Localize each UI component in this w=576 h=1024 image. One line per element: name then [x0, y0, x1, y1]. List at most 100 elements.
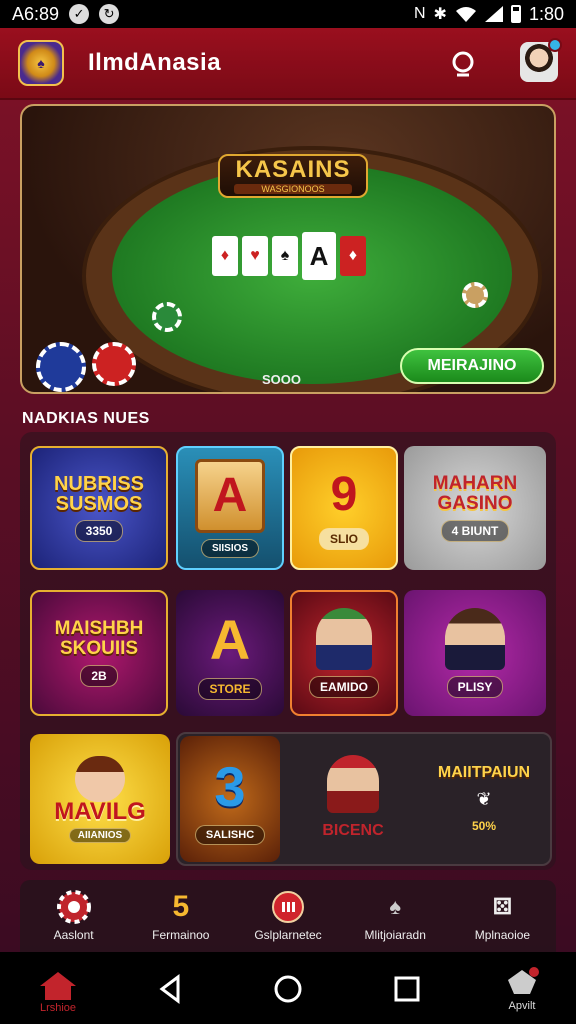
- dealer-portrait-icon: [316, 608, 372, 670]
- nav-label: Mplnaoioe: [474, 928, 531, 942]
- game-tile[interactable]: BICENC: [288, 736, 418, 862]
- pot-amount: SOOO: [262, 372, 302, 387]
- dealer-portrait-icon: [445, 608, 505, 670]
- game-title: A: [209, 607, 251, 671]
- game-title: MAIITPAIUN: [437, 763, 531, 781]
- search-icon: [452, 51, 474, 77]
- search-button[interactable]: [446, 46, 482, 82]
- nav-label: Aaslont: [53, 928, 94, 942]
- app-shortcut-label: Apvilt: [508, 1000, 536, 1012]
- app-logo[interactable]: ♠: [18, 40, 64, 86]
- game-badge: STORE: [198, 677, 262, 700]
- app-shortcut[interactable]: Apvilt: [492, 966, 552, 1018]
- status-time-right: 1:80: [528, 3, 564, 24]
- banner-subtitle: WASGIONOOS: [234, 184, 352, 194]
- playing-cards: ♦ ♥ ♠ A ♦: [212, 232, 366, 280]
- section-title: NADKIAS NUES: [22, 410, 150, 427]
- slot-reel: A: [195, 458, 265, 533]
- bluetooth-icon: ✱: [433, 6, 447, 23]
- nav-label: Mlitjoiaradn: [364, 928, 426, 942]
- nav-label: Fermainoo: [152, 928, 210, 942]
- game-title: 9: [330, 467, 358, 521]
- game-tile[interactable]: MAIITPAIUN ❦ 50%: [420, 736, 548, 862]
- game-tile[interactable]: EAMIDO: [290, 590, 398, 716]
- game-tile[interactable]: MAHARN GASINO 4 BIUNT: [404, 446, 546, 570]
- chip-stack-icon: [92, 342, 136, 386]
- chip-stack-icon: [36, 342, 86, 392]
- nav-label: Gslplarnetec: [254, 928, 322, 942]
- game-badge: BICENC: [322, 822, 384, 839]
- game-tile[interactable]: A STORE: [176, 590, 284, 716]
- game-badge: SIISIOS: [200, 538, 260, 558]
- game-tile[interactable]: 3 SALISHC: [180, 736, 280, 862]
- game-badge: SALISHC: [194, 824, 266, 845]
- game-badge: 2B: [80, 665, 118, 687]
- signal-icon: [484, 6, 503, 22]
- game-badge: EAMIDO: [309, 676, 379, 698]
- game-tile[interactable]: PLISY: [404, 590, 546, 716]
- game-tile[interactable]: A SIISIOS: [176, 446, 284, 570]
- roulette-icon: [56, 890, 91, 924]
- game-tile[interactable]: NUBRISS SUSMOS 3350: [30, 446, 168, 570]
- game-title: MAISHBH SKOUIIS: [54, 618, 144, 659]
- card-icon: ♠: [272, 236, 298, 276]
- chat-icon: [508, 967, 539, 994]
- dice-icon: ⚄: [492, 894, 512, 919]
- character-portrait-icon: [327, 755, 379, 813]
- game-title: MAVILG: [54, 797, 146, 825]
- recents-icon[interactable]: [392, 974, 422, 1004]
- nav-item-mplnaoioe[interactable]: ⚄ Mplnaoioe: [449, 880, 556, 952]
- system-nav-bar: Lrshioe Apvilt: [0, 952, 576, 1024]
- featured-banner[interactable]: KASAINS WASGIONOOS ♦ ♥ ♠ A ♦ SOOO MEIRAJ…: [20, 104, 556, 394]
- card-ace-icon: A: [302, 232, 336, 280]
- game-badge: 4 BIUNT: [440, 520, 510, 542]
- nav-item-aaslont[interactable]: Aaslont: [20, 880, 127, 952]
- game-badge: SLIO: [318, 527, 369, 550]
- nfc-icon: N: [413, 5, 426, 22]
- card-icon: ♦: [340, 236, 366, 276]
- game-badge: 50%: [471, 818, 497, 833]
- feather-icon: ❦: [476, 788, 492, 809]
- back-icon[interactable]: [156, 974, 186, 1004]
- chip-stack-icon: [462, 282, 488, 308]
- user-avatar[interactable]: [520, 38, 562, 82]
- app-title: IlmdAnasia: [88, 49, 222, 76]
- banner-title: KASAINS: [235, 156, 351, 183]
- app-bar: ♠ IlmdAnasia: [0, 28, 576, 100]
- banner-play-button[interactable]: MEIRAJINO: [400, 348, 544, 384]
- card-icon: ♥: [242, 236, 268, 276]
- home-circle-icon[interactable]: [273, 974, 303, 1004]
- nav-item-fermainoo[interactable]: 5 Fermainoo: [127, 880, 234, 952]
- status-bar: A6:89 ✓ ↻ N ✱ 1:80: [0, 0, 576, 28]
- game-title: NUBRISS SUSMOS: [53, 473, 144, 515]
- status-time-left: A6:89: [12, 3, 60, 24]
- game-tile[interactable]: 9 SLIO: [290, 446, 398, 570]
- game-grid: NUBRISS SUSMOS 3350 A SIISIOS 9 SLIO MAH…: [20, 432, 556, 870]
- red-chip-icon: [271, 890, 305, 924]
- battery-icon: [510, 5, 521, 23]
- game-tile[interactable]: MAISHBH SKOUIIS 2B: [30, 590, 168, 716]
- five-icon: 5: [172, 890, 190, 923]
- check-notification-icon: ✓: [69, 4, 90, 24]
- nav-item-gslplarnetec[interactable]: Gslplarnetec: [234, 880, 341, 952]
- card-icon: ♦: [212, 236, 238, 276]
- sync-notification-icon: ↻: [99, 4, 120, 24]
- game-title: A: [212, 469, 248, 522]
- home-label: Lrshioe: [39, 1002, 77, 1014]
- home-tab[interactable]: Lrshioe: [36, 970, 80, 1018]
- chip-stack-icon: [152, 302, 182, 332]
- game-badge: 3350: [74, 520, 124, 542]
- game-badge: PLISY: [446, 676, 504, 698]
- game-badge: AIIANIOS: [68, 827, 132, 843]
- spade-icon: ♠: [389, 894, 402, 919]
- avatar-badge: [548, 38, 562, 52]
- game-title: MAHARN GASINO: [432, 473, 518, 514]
- home-icon: [40, 972, 76, 1000]
- nav-item-mlitjoiaradn[interactable]: ♠ Mlitjoiaradn: [342, 880, 449, 952]
- banner-title-plate: KASAINS WASGIONOOS: [218, 154, 368, 198]
- wifi-icon: [455, 7, 476, 22]
- game-tile[interactable]: MAVILG AIIANIOS: [30, 734, 170, 864]
- character-portrait-icon: [75, 755, 125, 802]
- category-nav: Aaslont 5 Fermainoo Gslplarnetec ♠ Mlitj…: [20, 880, 556, 952]
- main-content: KASAINS WASGIONOOS ♦ ♥ ♠ A ♦ SOOO MEIRAJ…: [0, 100, 576, 952]
